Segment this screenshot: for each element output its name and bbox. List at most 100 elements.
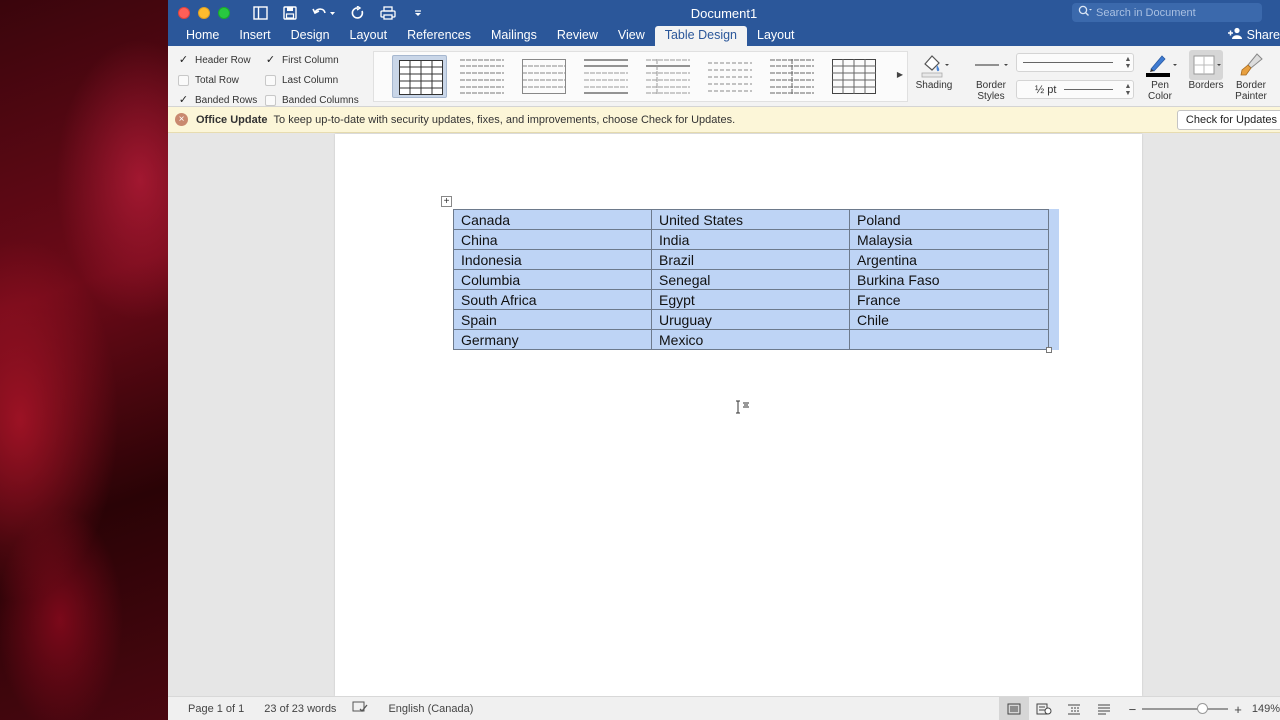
header-row-checkbox[interactable]: ✓ (178, 55, 189, 66)
tab-home[interactable]: Home (176, 26, 229, 46)
save-icon[interactable] (282, 5, 298, 21)
zoom-in-icon[interactable]: + (1234, 702, 1242, 717)
line-weight-dropdown[interactable]: ½ pt ▲ ▼ (1016, 80, 1134, 99)
gallery-more-arrow-icon[interactable]: ▶ (897, 70, 903, 79)
print-icon[interactable] (380, 5, 396, 21)
share-button[interactable]: Share (1227, 27, 1280, 42)
search-box[interactable] (1072, 3, 1262, 22)
table-style-7[interactable] (764, 55, 819, 98)
proofing-icon[interactable] (352, 701, 368, 716)
table-style-8[interactable] (826, 55, 881, 98)
tab-references[interactable]: References (397, 26, 481, 46)
total-row-option[interactable]: Total Row (178, 70, 257, 90)
table-cell[interactable]: Burkina Faso (849, 269, 1049, 290)
close-window-button[interactable] (178, 7, 190, 19)
table-cell[interactable]: Mexico (651, 329, 850, 350)
pen-color-button[interactable]: Pen Color (1140, 50, 1180, 102)
table-move-handle[interactable]: + (441, 196, 452, 207)
tab-design[interactable]: Design (281, 26, 340, 46)
word-count[interactable]: 23 of 23 words (264, 703, 336, 715)
border-painter-button[interactable]: Border Painter (1228, 50, 1274, 102)
outline-view-icon[interactable] (1059, 697, 1089, 720)
customize-toolbar-icon[interactable] (410, 5, 426, 21)
table-cell[interactable]: Poland (849, 209, 1049, 230)
tab-table-layout[interactable]: Layout (747, 26, 805, 46)
page-count[interactable]: Page 1 of 1 (188, 703, 244, 715)
border-painter-brush-icon (1228, 50, 1274, 80)
tab-mailings[interactable]: Mailings (481, 26, 547, 46)
border-styles-button[interactable]: Border Styles (970, 50, 1012, 102)
table-cell[interactable]: Spain (453, 309, 652, 330)
table-cell[interactable]: Columbia (453, 269, 652, 290)
table-cell[interactable]: South Africa (453, 289, 652, 310)
border-styles-icon (970, 50, 1012, 80)
table-cell[interactable]: Senegal (651, 269, 850, 290)
table-cell[interactable]: Argentina (849, 249, 1049, 270)
zoom-level[interactable]: 149% (1252, 703, 1280, 715)
table-cell[interactable]: Malaysia (849, 229, 1049, 250)
undo-icon[interactable] (312, 5, 336, 21)
banded-columns-checkbox[interactable] (265, 94, 276, 106)
window-controls (178, 7, 230, 19)
table-cell[interactable]: United States (651, 209, 850, 230)
borders-button[interactable]: Borders (1186, 50, 1226, 91)
tab-layout[interactable]: Layout (340, 26, 398, 46)
first-column-checkbox[interactable]: ✓ (265, 55, 276, 66)
tab-insert[interactable]: Insert (229, 26, 280, 46)
print-layout-view-icon[interactable] (998, 697, 1029, 720)
table-style-6[interactable] (702, 55, 757, 98)
quick-access-toolbar (252, 5, 426, 21)
pen-color-label: Pen Color (1148, 80, 1172, 102)
total-row-checkbox[interactable] (178, 74, 189, 86)
table-row: Spain Uruguay Chile (453, 309, 1049, 330)
zoom-slider-thumb[interactable] (1196, 703, 1208, 714)
tab-view[interactable]: View (608, 26, 655, 46)
web-layout-view-icon[interactable] (1029, 697, 1059, 720)
last-column-option[interactable]: Last Column (265, 70, 359, 90)
table-cell[interactable]: France (849, 289, 1049, 310)
tab-table-design[interactable]: Table Design (654, 26, 747, 46)
table-cell[interactable]: India (651, 229, 850, 250)
view-controls: − + 149% (998, 697, 1280, 720)
document-page[interactable]: + Canada United States Poland China India Mal… (335, 134, 1142, 696)
style-options-col-1: ✓ Header Row Total Row ✓ Banded Rows (178, 50, 257, 110)
redo-icon[interactable] (350, 5, 366, 21)
zoom-out-icon[interactable]: − (1129, 702, 1137, 717)
table-cell[interactable]: Uruguay (651, 309, 850, 330)
shading-button[interactable]: Shading (914, 50, 954, 91)
dismiss-message-icon[interactable]: × (175, 113, 188, 126)
check-for-updates-button[interactable]: Check for Updates (1176, 110, 1280, 130)
minimize-window-button[interactable] (198, 7, 210, 19)
last-column-checkbox[interactable] (265, 74, 276, 86)
borders-icon (1189, 50, 1223, 80)
border-styles-label: Border Styles (975, 80, 1006, 102)
table-cell[interactable]: Germany (453, 329, 652, 350)
table-style-3[interactable] (516, 55, 571, 98)
language[interactable]: English (Canada) (388, 703, 473, 715)
banded-rows-checkbox[interactable]: ✓ (178, 95, 189, 106)
text-cursor-icon (735, 400, 751, 417)
zoom-window-button[interactable] (218, 7, 230, 19)
sidebar-toggle-icon[interactable] (252, 5, 268, 21)
search-input[interactable] (1096, 6, 1256, 19)
table-resize-handle[interactable] (1046, 347, 1052, 353)
first-column-option[interactable]: ✓ First Column (265, 50, 359, 70)
draft-view-icon[interactable] (1089, 697, 1119, 720)
table-cell[interactable] (849, 329, 1049, 350)
tab-review[interactable]: Review (547, 26, 608, 46)
table-style-5[interactable] (640, 55, 695, 98)
country-table[interactable]: Canada United States Poland China India Malay… (453, 209, 1049, 350)
table-cell[interactable]: China (453, 229, 652, 250)
table-styles-gallery: ▶ (373, 51, 908, 102)
zoom-slider[interactable] (1142, 703, 1229, 714)
table-style-grid-selected[interactable] (392, 55, 447, 98)
header-row-option[interactable]: ✓ Header Row (178, 50, 257, 70)
table-cell[interactable]: Canada (453, 209, 652, 230)
table-cell[interactable]: Chile (849, 309, 1049, 330)
table-cell[interactable]: Egypt (651, 289, 850, 310)
line-style-dropdown[interactable]: ▲ ▼ (1016, 53, 1134, 72)
table-cell[interactable]: Indonesia (453, 249, 652, 270)
table-style-2[interactable] (454, 55, 509, 98)
table-style-4[interactable] (578, 55, 633, 98)
table-cell[interactable]: Brazil (651, 249, 850, 270)
